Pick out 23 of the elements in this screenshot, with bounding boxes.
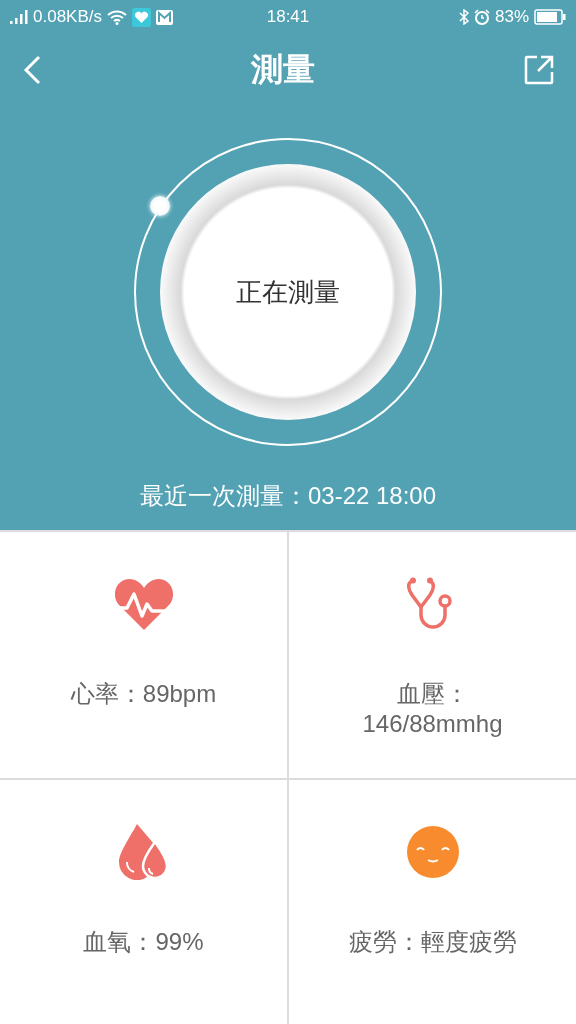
metric-reading: 血壓：146/88mmhg — [361, 679, 504, 739]
measuring-status: 正在測量 — [236, 275, 340, 309]
heart-app-icon — [132, 7, 151, 27]
back-button[interactable] — [22, 54, 42, 86]
smiley-face-icon — [406, 826, 459, 878]
blood-drops-icon — [118, 824, 169, 880]
metric-reading: 血氧：99% — [83, 927, 204, 957]
mail-icon — [156, 9, 173, 25]
metric-reading: 疲勞：輕度疲勞 — [348, 927, 517, 957]
clock-time: 18:41 — [266, 7, 310, 27]
wifi-icon — [107, 9, 127, 25]
battery-icon — [534, 9, 566, 25]
page-title: 測量 — [251, 50, 315, 89]
share-button[interactable] — [524, 55, 554, 85]
network-speed: 0.08KB/s — [33, 7, 102, 27]
orbit-dot — [150, 196, 170, 216]
heart-pulse-icon — [113, 578, 174, 630]
last-measurement: 最近一次測量：03-22 18:00 — [138, 481, 438, 511]
bluetooth-icon — [459, 9, 469, 25]
metric-reading: 心率：89bpm — [70, 679, 217, 709]
signal-icon — [10, 9, 28, 25]
battery-percent: 83% — [495, 7, 529, 27]
alarm-icon — [474, 9, 490, 25]
